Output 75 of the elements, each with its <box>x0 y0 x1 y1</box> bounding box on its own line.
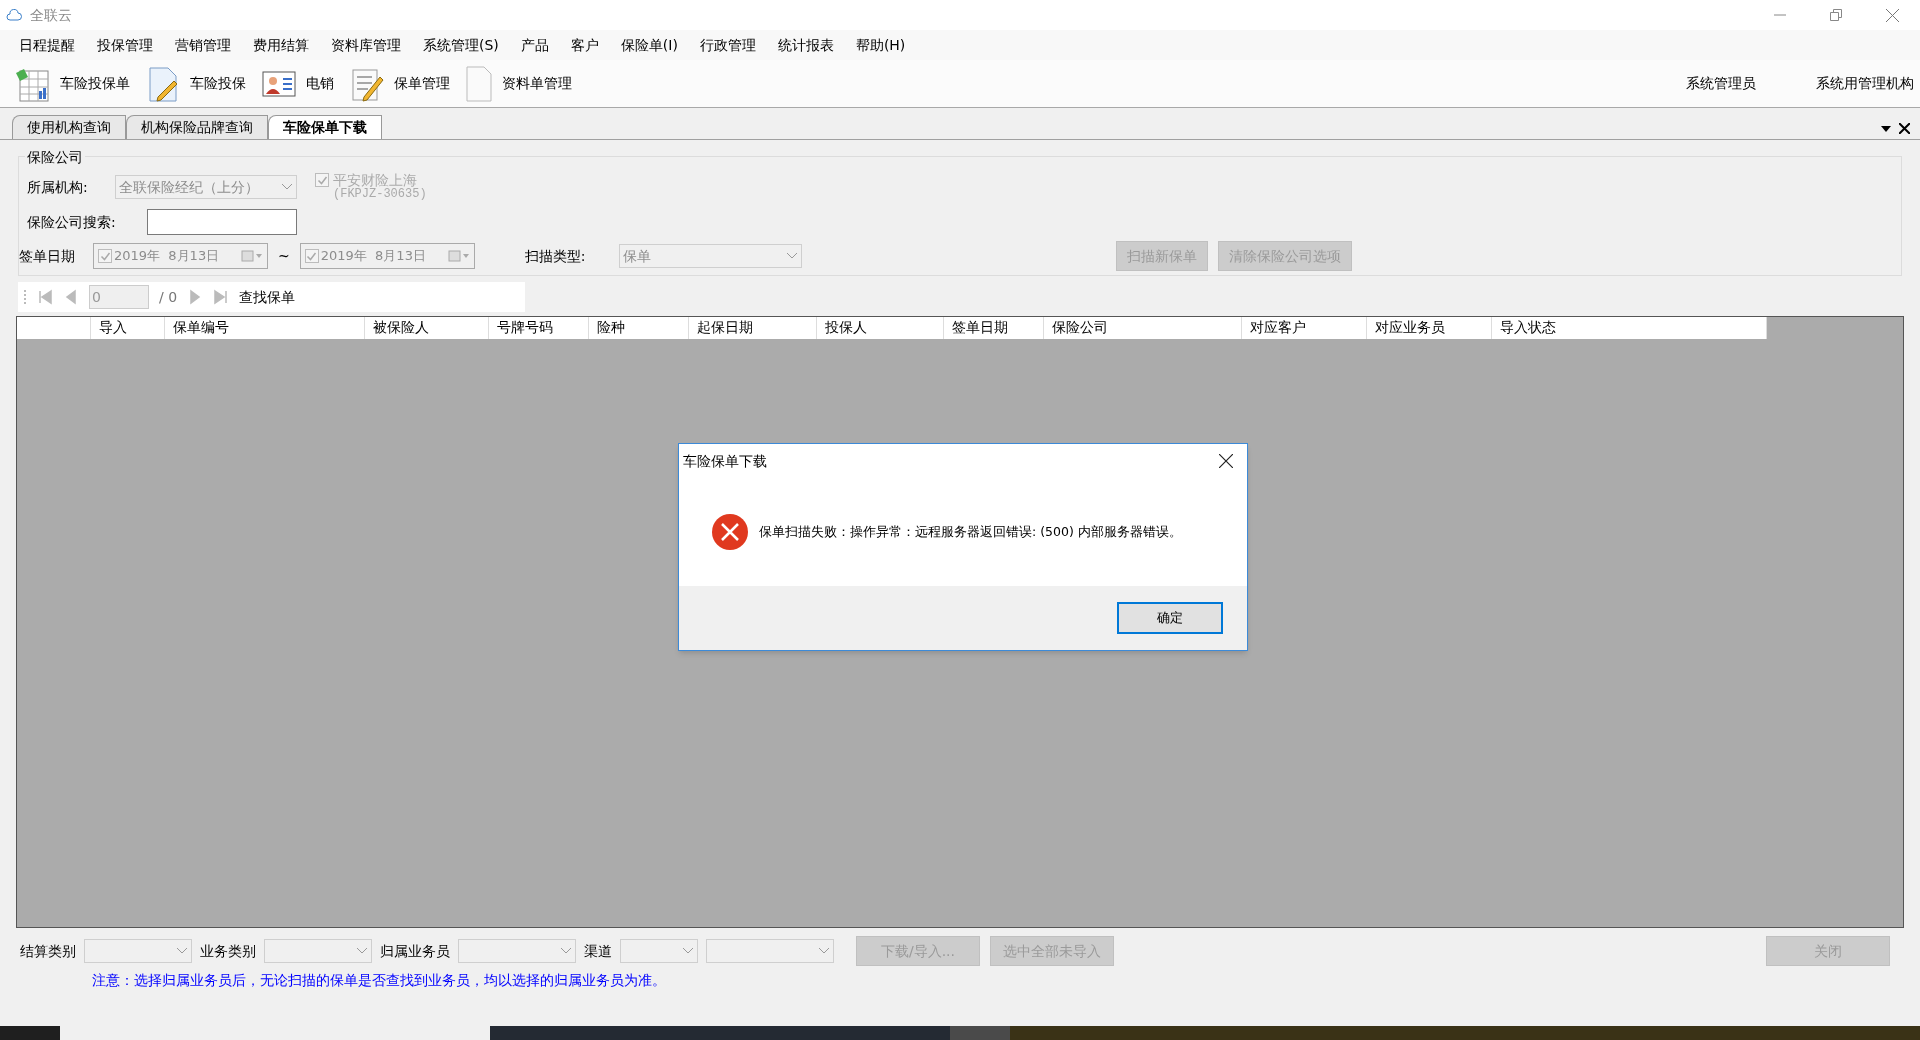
menu-item[interactable]: 统计报表 <box>766 34 845 56</box>
field-label: 业务类别 <box>200 941 256 961</box>
column-header[interactable]: 导入 <box>91 317 165 339</box>
column-header[interactable]: 导入状态 <box>1492 317 1767 339</box>
window-title: 全联云 <box>30 5 72 25</box>
column-header[interactable]: 对应客户 <box>1242 317 1367 339</box>
user-name: 系统管理员 <box>1686 74 1756 93</box>
column-header[interactable]: 投保人 <box>817 317 944 339</box>
taskbar-button[interactable] <box>490 1026 950 1040</box>
menu-item[interactable]: 费用结算 <box>242 34 320 56</box>
menu-item[interactable]: 客户 <box>559 34 610 56</box>
field-label: 归属业务员 <box>380 941 450 961</box>
last-page-icon[interactable] <box>213 289 230 305</box>
tab[interactable]: 车险保单下载 <box>268 115 382 139</box>
company-code: (FKPJZ-30635) <box>333 187 427 201</box>
menu-item[interactable]: 资料库管理 <box>320 34 412 56</box>
filter-dropdown[interactable] <box>706 939 834 963</box>
column-header[interactable]: 起保日期 <box>689 317 817 339</box>
toolbar-button[interactable]: 保单管理 <box>344 61 454 106</box>
column-header[interactable]: 保单编号 <box>165 317 365 339</box>
previous-page-icon[interactable] <box>63 289 79 305</box>
tab[interactable]: 使用机构查询 <box>12 115 126 139</box>
field-label: 渠道 <box>584 941 612 961</box>
organization-name: 系统用管理机构 <box>1816 74 1914 93</box>
toolbar-button[interactable]: 资料单管理 <box>460 61 576 106</box>
menu-item[interactable]: 系统管理(S) <box>412 34 510 56</box>
column-header[interactable]: 险种 <box>589 317 689 339</box>
menu-item[interactable]: 投保管理 <box>86 34 164 56</box>
field-label: 保险公司搜索: <box>27 212 117 232</box>
grip-icon[interactable] <box>24 290 27 304</box>
close-icon[interactable] <box>1219 454 1233 468</box>
toolbar-button[interactable]: 车险投保单 <box>10 61 134 106</box>
date-checkbox[interactable] <box>98 249 112 263</box>
menu-item[interactable]: 行政管理 <box>688 34 767 56</box>
calendar-icon <box>447 250 470 262</box>
cloud-icon <box>6 9 22 21</box>
company-search-field[interactable] <box>147 209 297 235</box>
error-message: 保单扫描失败：操作异常：远程服务器返回错误: (500) 内部服务器错误。 <box>759 522 1182 541</box>
note-text: 注意：选择归属业务员后，无论扫描的保单是否查找到业务员，均以选择的归属业务员为准。 <box>92 971 667 990</box>
dropdown-arrow-icon[interactable] <box>1881 125 1891 132</box>
filter-dropdown[interactable] <box>84 939 192 963</box>
menu-item[interactable]: 产品 <box>509 34 560 56</box>
tab[interactable]: 机构保险品牌查询 <box>126 115 268 139</box>
calendar-icon <box>241 250 263 262</box>
column-header[interactable]: 号牌号码 <box>489 317 589 339</box>
first-page-icon[interactable] <box>37 289 53 305</box>
menu-item[interactable]: 营销管理 <box>164 34 242 56</box>
column-header[interactable]: 保险公司 <box>1044 317 1242 339</box>
taskbar-button[interactable] <box>1010 1026 1920 1040</box>
date-checkbox[interactable] <box>304 249 319 263</box>
toolbar-button[interactable]: 车险投保 <box>140 61 250 106</box>
filter-dropdown[interactable] <box>458 939 576 963</box>
taskbar-button[interactable] <box>60 1026 490 1040</box>
filter-dropdown[interactable] <box>264 939 372 963</box>
column-header[interactable]: 被保险人 <box>365 317 489 339</box>
error-icon <box>711 513 749 551</box>
field-label: 结算类别 <box>20 941 76 961</box>
filter-dropdown[interactable] <box>620 939 698 963</box>
column-header[interactable]: 对应业务员 <box>1367 317 1492 339</box>
column-header[interactable]: 签单日期 <box>944 317 1044 339</box>
dialog-title: 车险保单下载 <box>683 451 767 471</box>
menu-item[interactable]: 帮助(H) <box>844 34 917 56</box>
close-icon[interactable] <box>1899 123 1910 134</box>
toolbar-button[interactable]: 电销 <box>256 61 338 106</box>
range-separator: ~ <box>277 246 291 266</box>
menu-item[interactable]: 日程提醒 <box>8 34 86 56</box>
field-label: 扫描类型: <box>524 246 587 266</box>
menu-item[interactable]: 保险单(I) <box>609 34 689 56</box>
field-label: 签单日期 <box>19 246 76 266</box>
taskbar-button[interactable] <box>950 1026 1010 1040</box>
blank-page-icon <box>464 64 494 103</box>
find-policy-button[interactable]: 查找保单 <box>239 286 296 308</box>
field-label: 所属机构: <box>27 177 89 197</box>
ok-button[interactable]: 确定 <box>1117 602 1223 634</box>
page-total: / 0 <box>159 287 178 307</box>
